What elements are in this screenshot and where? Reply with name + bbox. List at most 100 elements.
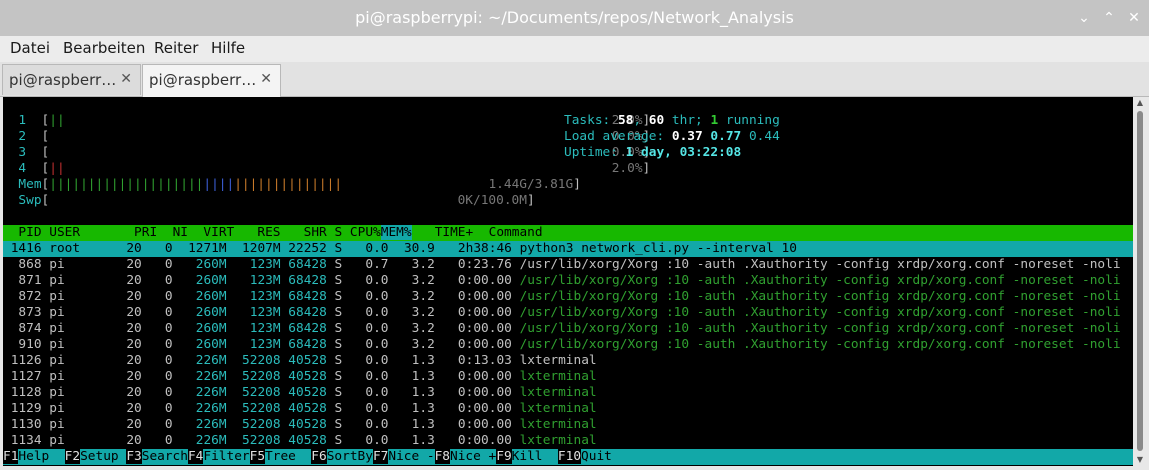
cell-user: pi [49, 321, 65, 336]
menu-datei[interactable]: Datei [10, 39, 50, 57]
cell-pid: 1130 [10, 417, 42, 432]
cell-cpu: 0.0 [365, 321, 389, 336]
cell-virt: 226M [195, 385, 227, 400]
scroll-thumb[interactable] [1137, 111, 1143, 451]
fkey-f4[interactable]: F4 [187, 449, 204, 464]
fkey-label[interactable]: SortBy [327, 449, 373, 464]
process-row[interactable]: 873 pi 20 0 260M 123M 68428 S 0.0 3.2 0:… [3, 305, 1121, 321]
process-row[interactable]: 1134 pi 20 0 226M 52208 40528 S 0.0 1.3 … [3, 433, 597, 449]
process-row[interactable]: 910 pi 20 0 260M 123M 68428 S 0.0 3.2 0:… [3, 337, 1120, 353]
fkey-label[interactable]: Nice - [388, 449, 434, 464]
fkey-f6[interactable]: F6 [311, 449, 327, 464]
cell-time: 0:00.00 [457, 417, 512, 432]
fkey-label[interactable]: Quit [581, 449, 612, 464]
scroll-down-icon[interactable]: ▼ [1134, 454, 1146, 466]
close-icon[interactable]: ✕ [1124, 8, 1144, 28]
cell-mem: 1.3 [411, 401, 435, 416]
menu-hilfe[interactable]: Hilfe [211, 39, 245, 57]
cell-mem: 1.3 [411, 353, 435, 368]
process-row[interactable]: 1127 pi 20 0 226M 52208 40528 S 0.0 1.3 … [3, 369, 597, 385]
maximize-icon[interactable]: ⌃ [1099, 8, 1119, 28]
uptime: Uptime: 1 day, 03:22:08 [564, 145, 742, 160]
cell-ni: 0 [164, 353, 173, 368]
col-cpu: CPU% [349, 225, 381, 240]
cell-time: 0:00.00 [457, 289, 512, 304]
fkey-label[interactable]: Setup [80, 449, 126, 464]
column-headers[interactable]: PID USER PRI NI VIRT RES SHR S CPU%MEM% … [3, 225, 543, 241]
tab-close-icon[interactable]: ✕ [260, 71, 272, 87]
load-average: Load average: 0.37 0.77 0.44 [564, 129, 780, 144]
process-row[interactable]: 874 pi 20 0 260M 123M 68428 S 0.0 3.2 0:… [3, 321, 1120, 337]
terminal-view[interactable]: 1 [|| 2.0%] 2 [ 0.0%] 3 [0.0%] 4 [|| 2.… [3, 97, 1133, 466]
fkey-f8[interactable]: F8 [434, 449, 451, 464]
tab-close-icon[interactable]: ✕ [120, 71, 132, 87]
menu-bearbeiten[interactable]: Bearbeiten [63, 39, 145, 57]
cell-mem: 30.9 [403, 241, 435, 256]
cell-pid: 868 [18, 257, 42, 272]
cell-pid: 1128 [10, 385, 42, 400]
cell-ni: 0 [164, 337, 173, 352]
process-row[interactable]: 1126 pi 20 0 226M 52208 40528 S 0.0 1.3 … [3, 353, 597, 369]
fkey-label[interactable]: Search [142, 449, 188, 464]
cell-res: 52208 [242, 369, 281, 384]
fkey-f7[interactable]: F7 [372, 449, 389, 464]
fkey-f1[interactable]: F1 [3, 449, 19, 464]
fkey-f9[interactable]: F9 [496, 449, 512, 464]
cell-virt: 260M [195, 257, 227, 272]
scrollbar[interactable]: ▲ ▼ [1134, 97, 1146, 466]
col-pid: PID [18, 225, 42, 240]
cell-cmd: /usr/lib/xorg/Xorg :10 -auth .Xauthority… [519, 289, 1121, 304]
process-row[interactable]: 871 pi 20 0 260M 123M 68428 S 0.0 3.2 0:… [3, 273, 1121, 289]
process-row[interactable]: 1416 root 20 0 1271M 1207M 22252 S 0.0 3… [3, 241, 797, 257]
cell-pri: 20 [126, 369, 142, 384]
cell-cmd: /usr/lib/xorg/Xorg :10 -auth .Xauthority… [519, 273, 1121, 288]
fkey-label[interactable]: Filter [203, 449, 249, 464]
cell-pri: 20 [126, 385, 142, 400]
fkey-f2[interactable]: F2 [64, 449, 81, 464]
cell-pri: 20 [126, 353, 142, 368]
cell-res: 123M [249, 337, 281, 352]
cell-cpu: 0.0 [365, 369, 389, 384]
fkey-f3[interactable]: F3 [126, 449, 142, 464]
tab-terminal-1[interactable]: pi@raspberr… ✕ [2, 64, 141, 95]
process-row[interactable]: 1129 pi 20 0 226M 52208 40528 S 0.0 1.3 … [3, 401, 597, 417]
cell-cpu: 0.0 [365, 305, 389, 320]
cell-time: 0:00.00 [457, 305, 512, 320]
tab-terminal-2[interactable]: pi@raspberr… ✕ [142, 64, 281, 97]
fkey-f5[interactable]: F5 [249, 449, 266, 464]
minimize-icon[interactable]: ⌄ [1074, 8, 1094, 28]
cell-res: 1207M [242, 241, 281, 256]
cell-shr: 22252 [288, 241, 327, 256]
fkey-label[interactable]: Nice + [450, 449, 496, 464]
cell-shr: 40528 [288, 369, 327, 384]
cell-user: pi [49, 401, 65, 416]
fkey-label[interactable]: Kill [512, 449, 558, 464]
process-row[interactable]: 1128 pi 20 0 226M 52208 40528 S 0.0 1.3 … [3, 385, 597, 401]
scroll-up-icon[interactable]: ▲ [1134, 97, 1146, 109]
process-row[interactable]: 868 pi 20 0 260M 123M 68428 S 0.7 3.2 0:… [3, 257, 1120, 273]
cell-cmd: lxterminal [519, 401, 597, 416]
process-row[interactable]: 1130 pi 20 0 226M 52208 40528 S 0.0 1.3 … [3, 417, 597, 433]
fkey-label[interactable]: Help [18, 449, 64, 464]
cell-mem: 3.2 [411, 289, 435, 304]
cell-ni: 0 [164, 417, 173, 432]
col-virt: VIRT [203, 225, 235, 240]
cell-user: pi [49, 385, 65, 400]
cell-res: 123M [249, 305, 281, 320]
cell-cpu: 0.0 [365, 273, 389, 288]
cell-cpu: 0.0 [365, 433, 389, 448]
process-row[interactable]: 872 pi 20 0 260M 123M 68428 S 0.0 3.2 0:… [3, 289, 1121, 305]
fkey-f10[interactable]: F10 [557, 449, 582, 464]
cell-virt: 226M [195, 433, 227, 448]
cell-pri: 20 [126, 321, 142, 336]
cell-ni: 0 [164, 401, 173, 416]
menu-reiter[interactable]: Reiter [154, 39, 198, 57]
col-command: Command [488, 225, 543, 240]
cell-virt: 1271M [188, 241, 227, 256]
cell-ni: 0 [164, 241, 173, 256]
cell-cmd: /usr/lib/xorg/Xorg :10 -auth .Xauthority… [519, 305, 1121, 320]
cell-mem: 1.3 [411, 417, 435, 432]
cell-cmd: lxterminal [519, 369, 597, 384]
fkey-label[interactable]: Tree [265, 449, 311, 464]
title-bar: pi@raspberrypi: ~/Documents/repos/Networ… [0, 0, 1149, 37]
